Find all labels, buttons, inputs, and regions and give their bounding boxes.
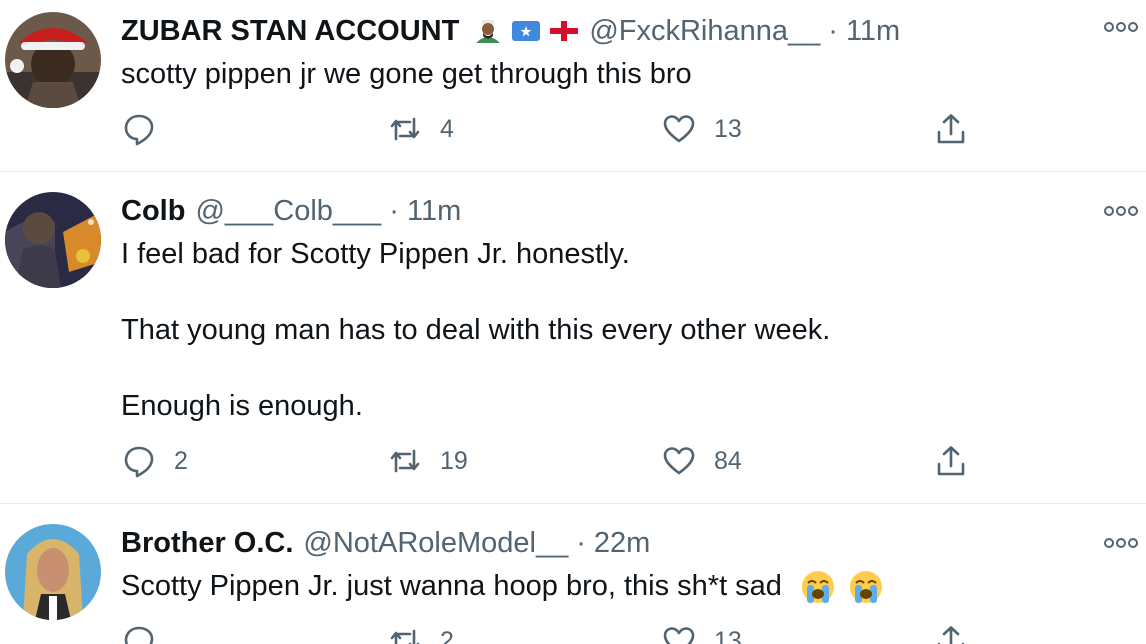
like-count: 84	[714, 446, 742, 475]
retweet-count: 4	[440, 114, 454, 143]
england-flag-icon	[549, 19, 579, 43]
tweet-actions: 2 19 84	[0, 444, 1146, 484]
reply-count: 2	[174, 446, 188, 475]
handle[interactable]: @___Colb___	[195, 192, 381, 230]
tweet-header: Brother O.C. @NotARoleModel__ · 22m	[121, 524, 650, 562]
loudly-crying-face-emoji	[848, 569, 884, 605]
reply-icon	[122, 444, 156, 478]
share-icon	[934, 624, 968, 644]
tweet-header: Colb @___Colb___ · 11m	[121, 192, 461, 230]
tweet-header: ZUBAR STAN ACCOUNT @FxckRihanna__ · 11m	[121, 12, 900, 50]
share-button[interactable]	[934, 624, 968, 644]
timestamp[interactable]: 11m	[407, 192, 461, 230]
tweet-text-line: I feel bad for Scotty Pippen Jr. honestl…	[121, 238, 630, 270]
separator-dot: ·	[828, 15, 838, 47]
reply-button[interactable]: 2	[122, 444, 188, 478]
retweet-icon	[388, 444, 422, 478]
more-icon[interactable]	[1104, 204, 1138, 218]
tweet-text-line: Enough is enough.	[121, 390, 363, 422]
share-icon	[934, 444, 968, 478]
tweet-1[interactable]: ZUBAR STAN ACCOUNT @FxckRihanna__ · 11m …	[0, 0, 1146, 172]
retweet-button[interactable]: 4	[388, 112, 454, 146]
tweet-3[interactable]: Brother O.C. @NotARoleModel__ · 22m Scot…	[0, 504, 1146, 644]
reply-icon	[122, 624, 156, 644]
tweet-feed: ZUBAR STAN ACCOUNT @FxckRihanna__ · 11m …	[0, 0, 1146, 644]
tweet-actions: 4 13	[0, 112, 1146, 152]
display-name[interactable]: Colb	[121, 192, 185, 230]
retweet-count: 19	[440, 446, 468, 475]
loudly-crying-face-emoji	[800, 569, 836, 605]
heart-icon	[662, 624, 696, 644]
tweet-text-line: scotty pippen jr we gone get through thi…	[121, 58, 692, 90]
reply-button[interactable]	[122, 624, 174, 644]
separator-dot: ·	[576, 527, 586, 559]
retweet-button[interactable]: 19	[388, 444, 468, 478]
retweet-icon	[388, 112, 422, 146]
timestamp[interactable]: 22m	[594, 524, 650, 562]
more-icon[interactable]	[1104, 536, 1138, 550]
share-icon	[934, 112, 968, 146]
tweet-actions: 2 13	[0, 624, 1146, 644]
more-icon[interactable]	[1104, 20, 1138, 34]
handle[interactable]: @FxckRihanna__	[589, 12, 820, 50]
handle[interactable]: @NotARoleModel__	[303, 524, 568, 562]
tweet-text-line: Scotty Pippen Jr. just wanna hoop bro, t…	[121, 567, 884, 605]
retweet-button[interactable]: 2	[388, 624, 454, 644]
reply-button[interactable]	[122, 112, 174, 146]
separator-dot: ·	[389, 195, 399, 227]
display-name[interactable]: ZUBAR STAN ACCOUNT	[121, 12, 459, 50]
avatar-brother-oc[interactable]	[5, 524, 101, 620]
share-button[interactable]	[934, 112, 968, 146]
heart-icon	[662, 112, 696, 146]
avatar-colb[interactable]	[5, 192, 101, 288]
tweet-text-line: That young man has to deal with this eve…	[121, 314, 831, 346]
person-emoji-icon	[473, 19, 503, 43]
like-count: 13	[714, 626, 742, 644]
tweet-2[interactable]: Colb @___Colb___ · 11m I feel bad for Sc…	[0, 172, 1146, 504]
like-button[interactable]: 13	[662, 624, 742, 644]
like-button[interactable]: 13	[662, 112, 742, 146]
reply-icon	[122, 112, 156, 146]
heart-icon	[662, 444, 696, 478]
timestamp[interactable]: 11m	[846, 12, 900, 50]
name-emoji-badges	[473, 19, 579, 43]
retweet-icon	[388, 624, 422, 644]
tweet-text: Scotty Pippen Jr. just wanna hoop bro, t…	[121, 570, 782, 602]
avatar-zubar[interactable]	[5, 12, 101, 108]
share-button[interactable]	[934, 444, 968, 478]
somalia-flag-icon	[511, 19, 541, 43]
display-name[interactable]: Brother O.C.	[121, 524, 293, 562]
like-count: 13	[714, 114, 742, 143]
retweet-count: 2	[440, 626, 454, 644]
like-button[interactable]: 84	[662, 444, 742, 478]
